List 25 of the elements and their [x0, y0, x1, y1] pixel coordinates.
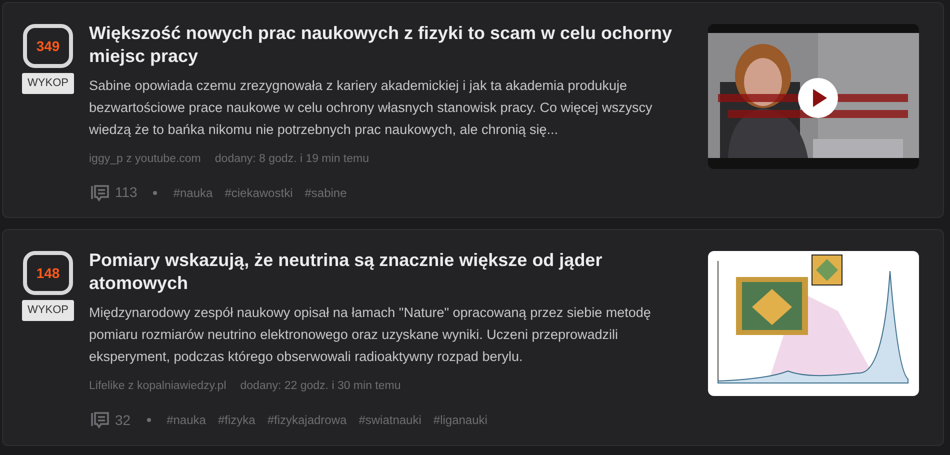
- wykop-button[interactable]: WYKOP: [22, 73, 74, 94]
- tag-link[interactable]: #nauka: [173, 184, 213, 202]
- tag-link[interactable]: #fizykajadrowa: [267, 411, 347, 429]
- tag-link[interactable]: #sabine: [304, 184, 347, 202]
- tag-link[interactable]: #ciekawostki: [224, 184, 293, 202]
- added-time: dodany: 22 godz. i 30 min temu: [240, 379, 401, 394]
- entry-description: Międzynarodowy zespół naukowy opisał na łamach "Nature" opracowaną przez siebie metodę pomiaru rozmiarów neutrino elektronowego oraz uzyskane wyniki. Uczeni przeprowadzili eksperyment, podczas którego obserwowali radioaktywny rozpad berylu.: [89, 304, 652, 366]
- tag-link[interactable]: #liganauki: [433, 411, 488, 429]
- entry-description: Sabine opowiada czemu zrezygnowała z kariery akademickiej i jak ta akademia produkuje bezwartościowe prace naukowe w celu ochrony własnych stanowisk pracy. Co więcej wszyscy wiedzą że to bańka nikomu nie potrzebnych prac naukowych, ale chronią się...: [89, 77, 654, 139]
- author-source[interactable]: iggy_p z youtube.com: [89, 151, 201, 168]
- comment-count[interactable]: 113: [115, 182, 138, 204]
- entry-title[interactable]: Większość nowych prac naukowych z fizyki to scam w celu ochorny miejsc pracy: [89, 22, 678, 68]
- comment-count[interactable]: 32: [115, 410, 131, 430]
- vote-count[interactable]: 148: [23, 251, 73, 296]
- vote-count[interactable]: 349: [23, 24, 73, 68]
- author-source[interactable]: Lifelike z kopalniawiedzy.pl: [89, 378, 226, 396]
- added-time: dodany: 8 godz. i 19 min temu: [214, 152, 369, 167]
- comment-icon[interactable]: [89, 411, 111, 429]
- tag-link[interactable]: #nauka: [166, 411, 206, 429]
- tag-link[interactable]: #swiatnauki: [358, 411, 422, 429]
- play-icon[interactable]: [798, 78, 838, 118]
- wykop-button[interactable]: WYKOP: [22, 300, 74, 321]
- tag-link[interactable]: #fizyka: [218, 411, 256, 429]
- entry-title[interactable]: Pomiary wskazują, że neutrina są znacznie większe od jąder atomowych: [89, 249, 678, 296]
- comment-icon[interactable]: [89, 184, 111, 202]
